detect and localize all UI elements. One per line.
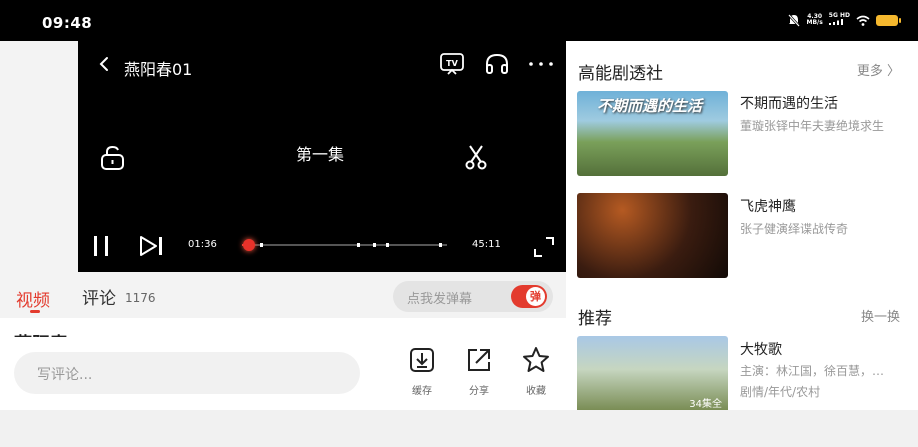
download-button[interactable]: 缓存	[402, 346, 442, 397]
signal-icon	[828, 19, 843, 25]
bottom-action-bar: 写评论... 缓存 分享 收藏	[0, 337, 566, 410]
unlock-icon	[101, 145, 124, 170]
tab-comments[interactable]: 评论	[82, 284, 116, 309]
recommend-card-cast: 主演：林江国，徐百慧，…	[740, 364, 885, 378]
tv-icon: TV	[440, 53, 464, 75]
more-dots-icon	[529, 62, 553, 66]
thumbnail-caption: 不期而遇的生活	[597, 97, 703, 115]
progress-track[interactable]	[242, 239, 447, 251]
danmu-toggle-knob: 弹	[526, 287, 545, 306]
skip-next-icon	[140, 236, 162, 256]
favorite-label: 收藏	[526, 386, 546, 397]
video-player[interactable]: 燕阳春01 TV 第一集 01:36 45:11	[78, 41, 566, 272]
net-speed: 4.30 MB/s	[806, 14, 822, 26]
recommend-card-title[interactable]: 大牧歌	[740, 339, 782, 359]
danmu-toggle[interactable]: 弹	[511, 285, 547, 308]
pause-icon	[94, 236, 108, 256]
progress-marker	[260, 243, 264, 247]
content-tabs: 视频 评论 1176 点我发弹幕 弹	[0, 272, 566, 318]
more-menu-button[interactable]	[527, 47, 555, 86]
total-time: 45:11	[472, 239, 501, 250]
share-button[interactable]: 分享	[459, 346, 499, 397]
comment-placeholder: 写评论...	[37, 367, 93, 383]
comment-input[interactable]: 写评论...	[14, 352, 360, 394]
video-title: 燕阳春01	[124, 60, 193, 79]
svg-text:TV: TV	[446, 59, 458, 68]
download-label: 缓存	[412, 386, 432, 397]
download-icon	[410, 348, 434, 372]
audio-mode-button[interactable]	[484, 52, 510, 80]
progress-marker	[385, 243, 389, 247]
battery-icon	[876, 14, 901, 26]
clip-button[interactable]	[464, 144, 488, 174]
current-time: 01:36	[188, 239, 217, 250]
danmu-input[interactable]: 点我发弹幕 弹	[393, 281, 553, 312]
danmu-placeholder: 点我发弹幕	[407, 292, 473, 307]
progress-marker	[438, 243, 442, 247]
drama-section-title: 高能剧透社	[578, 64, 663, 84]
wifi-icon	[856, 15, 870, 26]
progress-marker	[373, 243, 377, 247]
recommend-card-tags: 剧情/年代/农村	[740, 385, 821, 399]
drama-thumbnail[interactable]: 不期而遇的生活	[577, 91, 728, 176]
status-icons: 4.30 MB/s 5G HD	[788, 13, 901, 27]
share-label: 分享	[469, 386, 489, 397]
status-bar: 09:48 4.30 MB/s 5G HD	[0, 0, 918, 41]
tab-video[interactable]: 视频	[16, 286, 50, 311]
mute-icon	[788, 13, 801, 27]
comment-count: 1176	[125, 291, 156, 305]
side-panel: 高能剧透社 更多 〉 不期而遇的生活 不期而遇的生活 董璇张铎中年夫妻绝境求生 …	[566, 41, 918, 410]
tab-active-indicator	[30, 310, 40, 313]
fullscreen-icon	[534, 237, 554, 257]
favorite-button[interactable]: 收藏	[516, 346, 556, 397]
recommend-thumbnail[interactable]: 34集全	[577, 336, 728, 410]
pause-button[interactable]	[90, 234, 112, 262]
screen-lock-button[interactable]	[100, 145, 126, 175]
progress-knob[interactable]	[243, 239, 256, 251]
drama-card-subtitle: 张子健演绎谍战传奇	[740, 222, 849, 236]
signal-indicator: 5G HD	[828, 13, 850, 27]
episode-count-badge: 34集全	[689, 399, 722, 410]
bottom-area	[0, 410, 918, 447]
recommend-section-title: 推荐	[578, 309, 612, 329]
drama-thumbnail[interactable]	[577, 193, 728, 278]
cast-tv-button[interactable]: TV	[439, 52, 465, 80]
chevron-left-icon	[99, 57, 108, 71]
star-icon	[523, 347, 549, 372]
headphone-icon	[486, 53, 508, 74]
drama-more-link[interactable]: 更多 〉	[857, 60, 900, 79]
refresh-link[interactable]: 换一换	[861, 306, 900, 325]
drama-card-title[interactable]: 飞虎神鹰	[740, 196, 796, 216]
next-episode-button[interactable]	[138, 234, 166, 262]
drama-card-subtitle: 董璇张铎中年夫妻绝境求生	[740, 119, 885, 133]
left-gutter	[0, 41, 78, 272]
back-button[interactable]	[98, 54, 110, 78]
share-icon	[468, 349, 490, 371]
drama-card-title[interactable]: 不期而遇的生活	[740, 93, 838, 113]
progress-marker	[356, 243, 360, 247]
episode-label: 第一集	[296, 145, 345, 164]
fullscreen-button[interactable]	[532, 235, 556, 263]
status-time: 09:48	[42, 14, 93, 32]
scissors-icon	[465, 145, 487, 170]
net-speed-unit: MB/s	[806, 19, 823, 26]
